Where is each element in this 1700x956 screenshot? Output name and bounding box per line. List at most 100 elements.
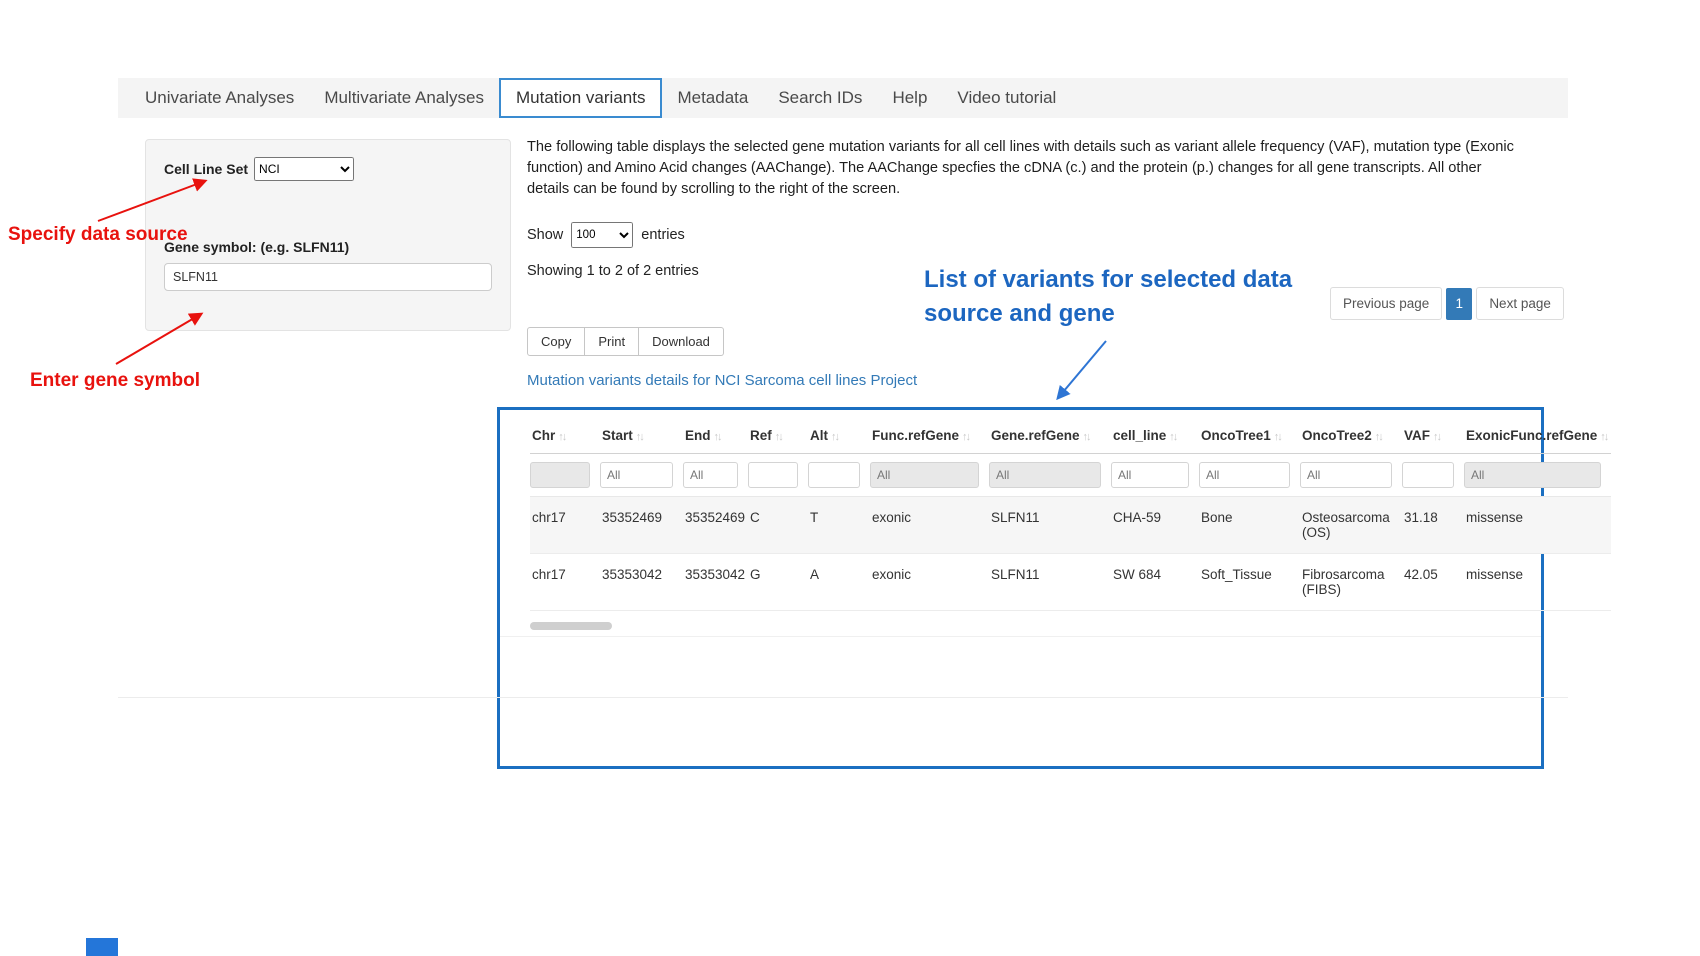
table-cell: chr17	[530, 554, 600, 611]
table-row: chr173535246935352469CTexonicSLFN11CHA-5…	[530, 497, 1611, 554]
column-header-alt[interactable]: Alt↑↓	[808, 418, 870, 454]
top-navbar: Univariate Analyses Multivariate Analyse…	[118, 78, 1568, 118]
table-header-row: Chr↑↓Start↑↓End↑↓Ref↑↓Alt↑↓Func.refGene↑…	[530, 418, 1611, 454]
sort-icon: ↑↓	[1083, 431, 1090, 443]
column-filter-alt[interactable]	[808, 462, 860, 488]
filter-cell	[1111, 454, 1199, 497]
column-header-func-refgene[interactable]: Func.refGene↑↓	[870, 418, 989, 454]
previous-page-button[interactable]: Previous page	[1330, 287, 1442, 320]
copy-button[interactable]: Copy	[527, 327, 585, 356]
column-filter-ref[interactable]	[748, 462, 798, 488]
tab-help[interactable]: Help	[877, 78, 942, 118]
page-length-control: Show 100 entries	[527, 222, 685, 248]
column-filter-chr[interactable]	[530, 462, 590, 488]
table-cell: 42.05	[1402, 554, 1464, 611]
column-label: End	[685, 428, 711, 443]
table-cell: missense	[1464, 497, 1611, 554]
tab-metadata[interactable]: Metadata	[662, 78, 763, 118]
table-cell: G	[748, 554, 808, 611]
sort-icon: ↑↓	[962, 431, 969, 443]
table-cell: SLFN11	[989, 554, 1111, 611]
tab-multivariate-analyses[interactable]: Multivariate Analyses	[309, 78, 499, 118]
column-label: ExonicFunc.refGene	[1466, 428, 1597, 443]
column-filter-oncotree2[interactable]	[1300, 462, 1392, 488]
sort-icon: ↑↓	[714, 431, 721, 443]
table-caption: Mutation variants details for NCI Sarcom…	[527, 372, 917, 389]
table-cell: SLFN11	[989, 497, 1111, 554]
column-filter-gene-refgene[interactable]	[989, 462, 1101, 488]
annotation-specify-data-source: Specify data source	[8, 224, 188, 246]
tab-univariate-analyses[interactable]: Univariate Analyses	[130, 78, 309, 118]
table-body: chr173535246935352469CTexonicSLFN11CHA-5…	[530, 497, 1611, 611]
annotation-list-of-variants: List of variants for selected data sourc…	[924, 263, 1324, 331]
bottom-left-blue-element	[86, 938, 118, 956]
pagination: Previous page 1 Next page	[1330, 287, 1564, 320]
column-header-cell-line[interactable]: cell_line↑↓	[1111, 418, 1199, 454]
filter-cell	[1300, 454, 1402, 497]
column-filter-cell-line[interactable]	[1111, 462, 1189, 488]
column-header-exonicfunc-refgene[interactable]: ExonicFunc.refGene↑↓	[1464, 418, 1611, 454]
column-filter-func-refgene[interactable]	[870, 462, 979, 488]
sort-icon: ↑↓	[831, 431, 838, 443]
tab-video-tutorial[interactable]: Video tutorial	[942, 78, 1071, 118]
print-button[interactable]: Print	[585, 327, 639, 356]
column-filter-exonicfunc-refgene[interactable]	[1464, 462, 1601, 488]
cell-line-set-select[interactable]: NCI	[254, 157, 354, 181]
input-panel: Cell Line Set NCI Gene symbol: (e.g. SLF…	[145, 139, 511, 331]
filter-cell	[989, 454, 1111, 497]
column-label: VAF	[1404, 428, 1430, 443]
column-header-oncotree2[interactable]: OncoTree2↑↓	[1300, 418, 1402, 454]
column-filter-vaf[interactable]	[1402, 462, 1454, 488]
sort-icon: ↑↓	[1274, 431, 1281, 443]
gene-symbol-input[interactable]	[164, 263, 492, 291]
gene-symbol-label: Gene symbol: (e.g. SLFN11)	[164, 239, 492, 255]
table-info-text: Showing 1 to 2 of 2 entries	[527, 263, 699, 279]
sort-icon: ↑↓	[1433, 431, 1440, 443]
column-label: Func.refGene	[872, 428, 959, 443]
filter-cell	[1464, 454, 1611, 497]
table-cell: 35353042	[683, 554, 748, 611]
column-header-vaf[interactable]: VAF↑↓	[1402, 418, 1464, 454]
page: Univariate Analyses Multivariate Analyse…	[0, 0, 1700, 956]
column-label: Start	[602, 428, 633, 443]
filter-cell	[1199, 454, 1300, 497]
column-label: OncoTree2	[1302, 428, 1372, 443]
current-page-button[interactable]: 1	[1446, 288, 1472, 320]
table-cell: Osteosarcoma (OS)	[1300, 497, 1402, 554]
column-label: OncoTree1	[1201, 428, 1271, 443]
sort-icon: ↑↓	[1375, 431, 1382, 443]
table-cell: 31.18	[1402, 497, 1464, 554]
column-label: Chr	[532, 428, 555, 443]
annotation-enter-gene-symbol: Enter gene symbol	[30, 370, 200, 392]
blue-arrow-to-table	[1058, 341, 1106, 398]
table-cell: Soft_Tissue	[1199, 554, 1300, 611]
filter-cell	[748, 454, 808, 497]
table-cell: 35352469	[600, 497, 683, 554]
column-filter-oncotree1[interactable]	[1199, 462, 1290, 488]
table-cell: 35352469	[683, 497, 748, 554]
download-button[interactable]: Download	[639, 327, 724, 356]
next-page-button[interactable]: Next page	[1476, 287, 1564, 320]
filter-cell	[870, 454, 989, 497]
table-cell: exonic	[870, 554, 989, 611]
column-header-ref[interactable]: Ref↑↓	[748, 418, 808, 454]
column-header-gene-refgene[interactable]: Gene.refGene↑↓	[989, 418, 1111, 454]
column-header-end[interactable]: End↑↓	[683, 418, 748, 454]
export-button-group: Copy Print Download	[527, 327, 724, 356]
sort-icon: ↑↓	[558, 431, 565, 443]
tab-mutation-variants[interactable]: Mutation variants	[499, 78, 662, 118]
filter-cell	[600, 454, 683, 497]
column-label: Gene.refGene	[991, 428, 1080, 443]
page-length-select[interactable]: 100	[571, 222, 633, 248]
column-filter-start[interactable]	[600, 462, 673, 488]
column-label: cell_line	[1113, 428, 1166, 443]
table-cell: CHA-59	[1111, 497, 1199, 554]
column-filter-end[interactable]	[683, 462, 738, 488]
table-cell: C	[748, 497, 808, 554]
column-header-start[interactable]: Start↑↓	[600, 418, 683, 454]
tab-search-ids[interactable]: Search IDs	[763, 78, 877, 118]
table-description-text: The following table displays the selecte…	[527, 137, 1527, 200]
horizontal-scrollbar-thumb[interactable]	[530, 622, 612, 630]
column-header-chr[interactable]: Chr↑↓	[530, 418, 600, 454]
column-header-oncotree1[interactable]: OncoTree1↑↓	[1199, 418, 1300, 454]
